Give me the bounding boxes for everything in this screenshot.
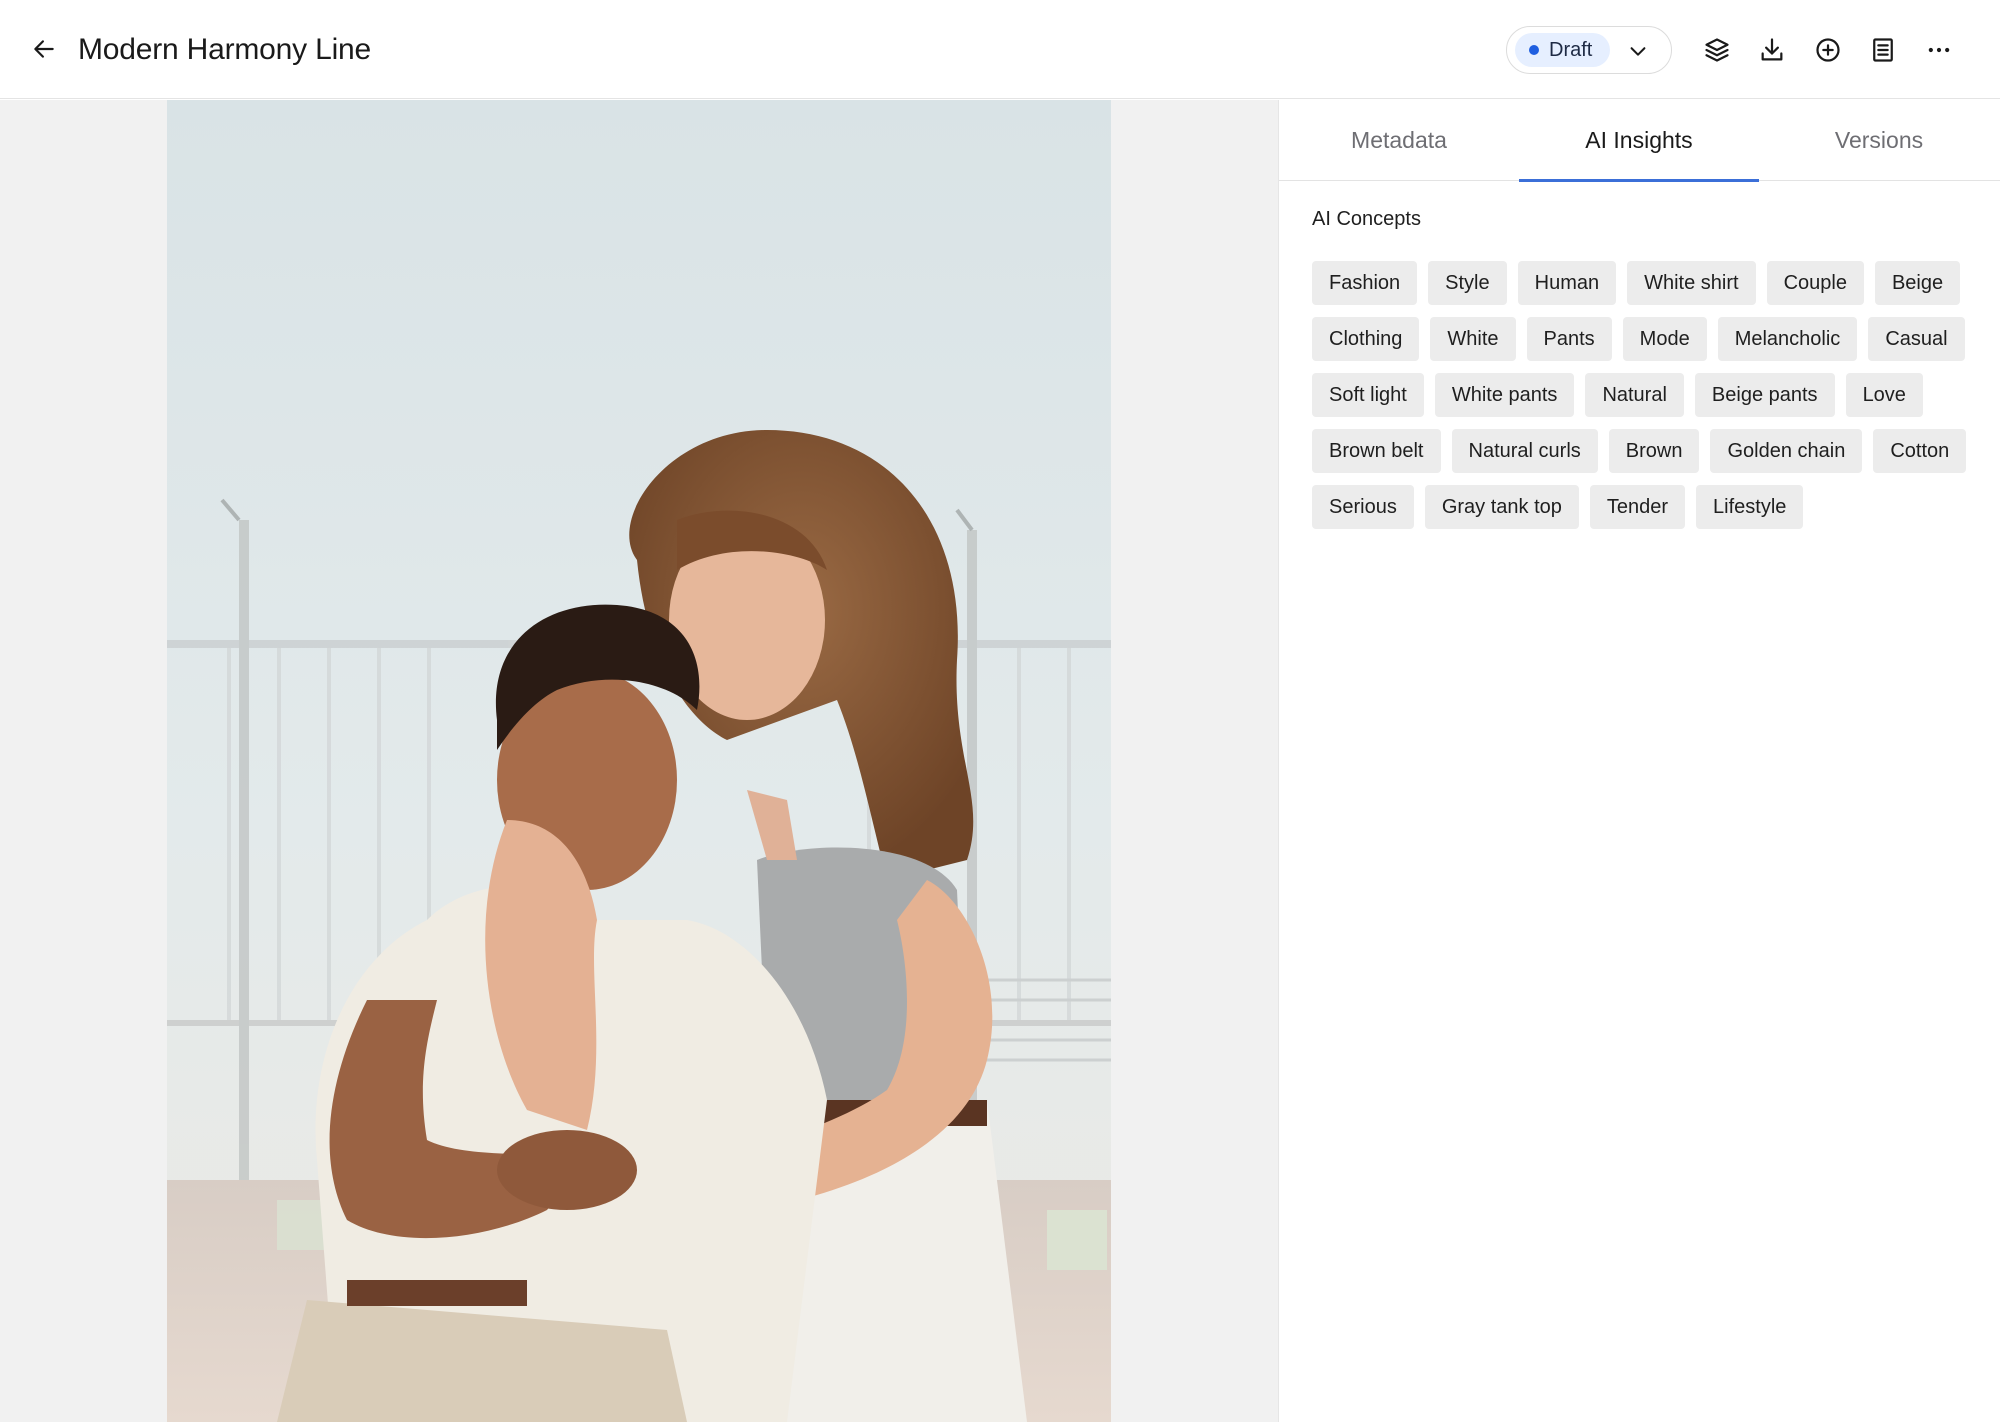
chevron-down-icon bbox=[1630, 47, 1646, 56]
side-panel: Metadata AI Insights Versions AI Concept… bbox=[1278, 100, 2000, 1422]
concept-tag[interactable]: Human bbox=[1517, 261, 1617, 305]
concept-tag-list: Fashion Style Human White shirt Couple Beige C… bbox=[1312, 261, 1972, 529]
concept-tag[interactable]: Natural curls bbox=[1451, 429, 1598, 473]
more-icon bbox=[1928, 47, 1950, 53]
photo-illustration bbox=[167, 100, 1111, 1422]
status-dropdown[interactable]: Draft bbox=[1506, 26, 1672, 74]
concept-tag[interactable]: Gray tank top bbox=[1424, 485, 1579, 529]
concept-tag[interactable]: Clothing bbox=[1312, 317, 1420, 361]
ai-concepts-heading: AI Concepts bbox=[1312, 208, 1421, 230]
concept-tag[interactable]: Fashion bbox=[1312, 261, 1418, 305]
asset-photo[interactable] bbox=[167, 100, 1111, 1422]
arrow-left-icon bbox=[34, 40, 54, 58]
back-button[interactable] bbox=[26, 31, 62, 67]
more-options-button[interactable] bbox=[1919, 30, 1959, 70]
concept-tag[interactable]: Brown bbox=[1608, 429, 1700, 473]
concept-tag[interactable]: Tender bbox=[1589, 485, 1686, 529]
concept-tag[interactable]: Lifestyle bbox=[1696, 485, 1804, 529]
concept-tag[interactable]: Brown belt bbox=[1312, 429, 1441, 473]
concept-tag[interactable]: Melancholic bbox=[1717, 317, 1858, 361]
page-title: Modern Harmony Line bbox=[78, 33, 372, 66]
panel-tabs: Metadata AI Insights Versions bbox=[1279, 100, 2000, 182]
document-icon bbox=[1873, 38, 1893, 62]
concept-tag[interactable]: Natural bbox=[1585, 373, 1684, 417]
tab-metadata[interactable]: Metadata bbox=[1279, 100, 1519, 181]
status-label: Draft bbox=[1549, 38, 1593, 61]
concept-tag[interactable]: White pants bbox=[1434, 373, 1575, 417]
concept-tag[interactable]: Pants bbox=[1526, 317, 1612, 361]
concept-tag[interactable]: White shirt bbox=[1627, 261, 1756, 305]
concept-tag[interactable]: Couple bbox=[1766, 261, 1864, 305]
concept-tag[interactable]: Casual bbox=[1868, 317, 1965, 361]
layers-button[interactable] bbox=[1697, 30, 1737, 70]
concept-tag[interactable]: Love bbox=[1845, 373, 1923, 417]
concept-tag[interactable]: Beige pants bbox=[1694, 373, 1835, 417]
image-viewer[interactable] bbox=[0, 100, 1278, 1422]
concept-tag[interactable]: Serious bbox=[1312, 485, 1414, 529]
download-icon bbox=[1761, 38, 1783, 61]
layers-icon bbox=[1705, 38, 1729, 62]
concept-tag[interactable]: White bbox=[1430, 317, 1516, 361]
add-button[interactable] bbox=[1808, 30, 1848, 70]
concept-tag[interactable]: Style bbox=[1428, 261, 1507, 305]
tab-versions[interactable]: Versions bbox=[1759, 100, 1999, 181]
tab-ai-insights[interactable]: AI Insights bbox=[1519, 100, 1759, 182]
status-badge: Draft bbox=[1515, 33, 1611, 67]
status-dot-icon bbox=[1529, 45, 1539, 55]
download-button[interactable] bbox=[1752, 30, 1792, 70]
add-circle-icon bbox=[1816, 38, 1840, 62]
concept-tag[interactable]: Golden chain bbox=[1710, 429, 1863, 473]
details-button[interactable] bbox=[1863, 30, 1903, 70]
concept-tag[interactable]: Soft light bbox=[1312, 373, 1424, 417]
top-bar: Modern Harmony Line Draft bbox=[0, 0, 2000, 99]
concept-tag[interactable]: Cotton bbox=[1873, 429, 1967, 473]
concept-tag[interactable]: Mode bbox=[1622, 317, 1707, 361]
concept-tag[interactable]: Beige bbox=[1874, 261, 1961, 305]
